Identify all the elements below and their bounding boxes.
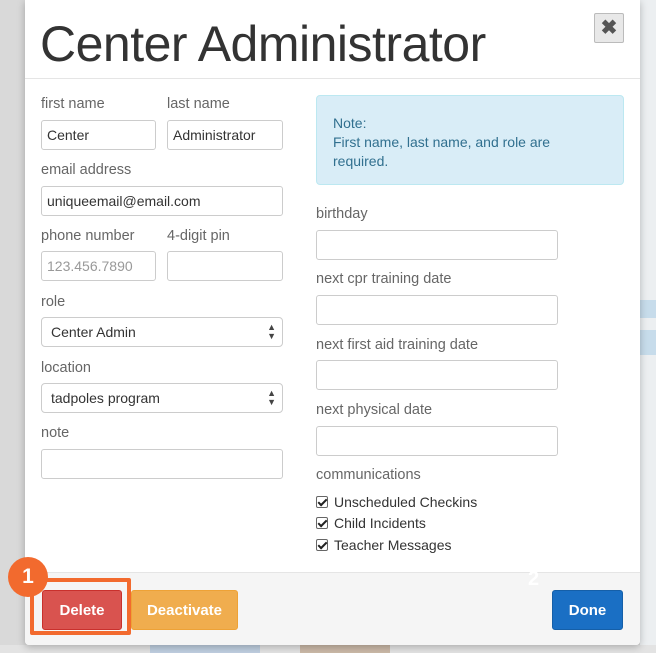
background-strip: [640, 300, 656, 318]
last-name-input[interactable]: Administrator: [167, 120, 283, 150]
note-label: note: [41, 425, 70, 441]
checkbox-label: Teacher Messages: [334, 537, 452, 553]
background-strip: [300, 645, 390, 653]
birthday-label: birthday: [316, 206, 368, 222]
location-select[interactable]: tadpoles program ▲ ▼: [41, 383, 283, 413]
physical-date-label: next physical date: [316, 402, 433, 418]
role-select[interactable]: Center Admin ▲ ▼: [41, 317, 283, 347]
checkbox-label: Child Incidents: [334, 515, 426, 531]
first-name-input[interactable]: Center: [41, 120, 156, 150]
checkbox-checked-icon[interactable]: [316, 517, 328, 529]
note-heading: Note:: [333, 115, 367, 131]
checkbox-label: Unscheduled Checkins: [334, 494, 478, 510]
first-aid-date-label: next first aid training date: [316, 337, 479, 353]
checkbox-unscheduled-checkins[interactable]: Unscheduled Checkins: [316, 494, 477, 510]
checkbox-checked-icon[interactable]: [316, 539, 328, 551]
cpr-date-input[interactable]: [316, 295, 558, 325]
birthday-input[interactable]: [316, 230, 558, 260]
checkbox-teacher-messages[interactable]: Teacher Messages: [316, 537, 452, 553]
first-name-label: first name: [41, 96, 105, 112]
cpr-date-label: next cpr training date: [316, 271, 452, 287]
last-name-label: last name: [167, 96, 230, 112]
first-aid-date-input[interactable]: [316, 360, 558, 390]
step-2-marker: 2: [528, 568, 540, 590]
location-selected-value: tadpoles program: [51, 390, 160, 406]
done-button[interactable]: Done: [552, 590, 623, 630]
modal-title: Center Administrator: [40, 16, 486, 72]
select-arrows-icon: ▲ ▼: [267, 322, 276, 341]
background-strip: [640, 330, 656, 355]
select-arrows-icon: ▲ ▼: [267, 388, 276, 407]
checkbox-child-incidents[interactable]: Child Incidents: [316, 515, 426, 531]
required-fields-note: Note: First name, last name, and role ar…: [316, 95, 624, 185]
communications-label: communications: [316, 467, 421, 483]
background-strip: [150, 645, 260, 653]
pin-label: 4-digit pin: [167, 228, 230, 244]
note-input[interactable]: [41, 449, 283, 479]
background-page: [640, 0, 656, 653]
location-label: location: [41, 360, 91, 376]
close-icon[interactable]: ✖: [594, 13, 624, 43]
role-selected-value: Center Admin: [51, 324, 136, 340]
edit-staff-modal: Center Administrator ✖ first name last n…: [25, 0, 640, 645]
physical-date-input[interactable]: [316, 426, 558, 456]
phone-input[interactable]: 123.456.7890: [41, 251, 156, 281]
header-divider: [25, 78, 640, 79]
email-input[interactable]: uniqueemail@email.com: [41, 186, 283, 216]
background-page: [0, 645, 656, 653]
email-label: email address: [41, 162, 132, 178]
deactivate-button[interactable]: Deactivate: [131, 590, 238, 630]
note-text: First name, last name, and role are requ…: [333, 134, 551, 169]
step-1-badge: 1: [8, 557, 48, 597]
pin-input[interactable]: [167, 251, 283, 281]
phone-label: phone number: [41, 228, 135, 244]
role-label: role: [41, 294, 66, 310]
checkbox-checked-icon[interactable]: [316, 496, 328, 508]
